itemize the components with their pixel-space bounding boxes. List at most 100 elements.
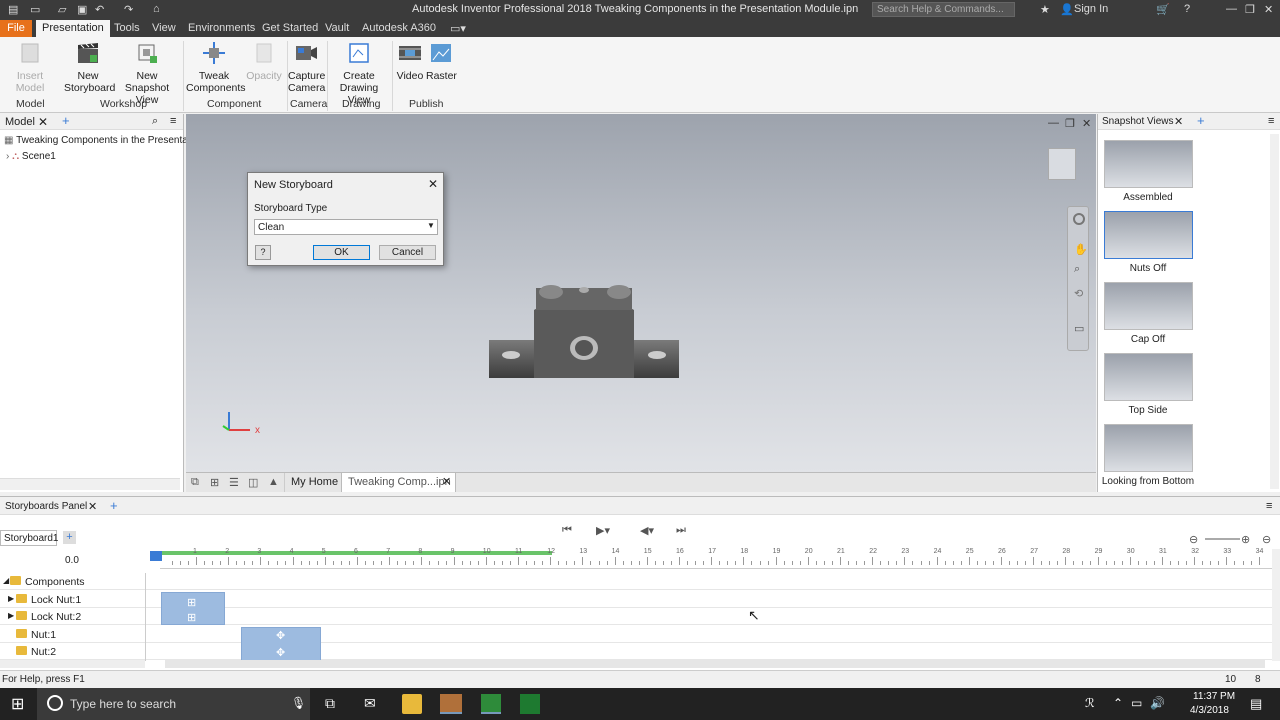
insert-model-button[interactable]: Insert Model xyxy=(2,40,58,94)
people-icon[interactable]: ℛ xyxy=(1085,696,1095,710)
browser-scrollbar[interactable] xyxy=(0,478,180,490)
microphone-icon[interactable]: 🎙 xyxy=(291,696,306,710)
close-icon[interactable]: ✕ xyxy=(1082,117,1091,130)
help-search-input[interactable]: Search Help & Commands... xyxy=(872,2,1015,17)
tab-file[interactable]: File xyxy=(0,20,32,37)
menu-icon[interactable]: ≡ xyxy=(1268,115,1274,127)
ribbon-options-icon[interactable]: ▭▾ xyxy=(450,22,466,35)
row-components[interactable]: ◢ Components xyxy=(0,573,1272,590)
snapshot-thumb-looking-from-bottom[interactable] xyxy=(1104,424,1193,472)
tab-vault[interactable]: Vault xyxy=(325,22,349,34)
ok-button[interactable]: OK xyxy=(313,245,370,260)
split-icon[interactable]: ◫ xyxy=(248,476,258,489)
tab-view[interactable]: View xyxy=(152,22,176,34)
snapshot-thumb-nuts-off[interactable] xyxy=(1104,211,1193,259)
row-nut-2[interactable]: Nut:2 xyxy=(0,643,1272,660)
mail-icon[interactable]: ✉ xyxy=(364,695,376,712)
tab-storyboard1[interactable]: Storyboard1 xyxy=(0,530,58,546)
navigation-bar[interactable]: ✋ ⌕ ⟲ ▭ xyxy=(1067,206,1089,351)
action-clip-lock-nuts[interactable]: ⊞ ⊞ xyxy=(161,592,225,625)
opacity-button[interactable]: Opacity xyxy=(244,40,284,82)
clock-date[interactable]: 4/3/2018 xyxy=(1190,705,1229,716)
file-explorer-icon[interactable] xyxy=(402,694,422,714)
look-at-icon[interactable]: ▭ xyxy=(1074,322,1084,335)
zoom-icon[interactable]: ⌕ xyxy=(1074,263,1080,276)
go-to-end-icon[interactable]: ⏭ xyxy=(676,524,686,537)
zoom-in-icon[interactable]: ⊕ xyxy=(1241,533,1250,546)
graphics-viewport[interactable]: — ❐ ✕ ✋ ⌕ ⟲ ▭ x xyxy=(186,114,1096,472)
tab-presentation[interactable]: Presentation xyxy=(36,20,110,37)
cancel-button[interactable]: Cancel xyxy=(379,245,436,260)
orbit-icon[interactable]: ⟲ xyxy=(1074,287,1083,300)
browser-tab-model[interactable]: Model xyxy=(5,116,35,128)
user-icon[interactable]: 👤 xyxy=(1060,3,1074,16)
tab-active-document[interactable]: Tweaking Comp...ipn ✕ xyxy=(341,473,456,492)
tab-get-started[interactable]: Get Started xyxy=(262,22,318,34)
restore-icon[interactable]: ❐ xyxy=(1245,3,1255,16)
add-tab-icon[interactable]: + xyxy=(1197,113,1205,128)
expand-icon[interactable]: ▶ xyxy=(8,594,14,603)
help-button[interactable]: ? xyxy=(255,245,271,260)
windows-start-icon[interactable]: ⊞ xyxy=(11,694,24,714)
sign-in-link[interactable]: Sign In xyxy=(1074,3,1108,15)
cascade-icon[interactable]: ☰ xyxy=(229,476,239,489)
collapse-icon[interactable]: ◢ xyxy=(3,576,9,585)
camtasia-icon[interactable] xyxy=(481,694,501,714)
browser-scene-node[interactable]: › ⛬ Scene1 xyxy=(6,151,56,162)
up-arrow-icon[interactable]: ▲ xyxy=(268,476,279,488)
tab-a360[interactable]: Autodesk A360 xyxy=(362,22,436,34)
redo-icon[interactable]: ↷ xyxy=(124,3,133,16)
menu-icon[interactable]: ≡ xyxy=(1266,500,1272,512)
go-to-start-icon[interactable]: ⏮ xyxy=(562,524,572,537)
add-tab-icon[interactable]: + xyxy=(62,113,70,128)
vertical-scrollbar[interactable] xyxy=(1272,549,1280,661)
help-icon[interactable]: ? xyxy=(1184,3,1190,15)
new-snapshot-view-button[interactable]: New Snapshot View xyxy=(116,40,178,106)
row-nut-1[interactable]: Nut:1 xyxy=(0,626,1272,643)
inventor-app-icon[interactable] xyxy=(440,694,462,714)
storyboard-type-select[interactable]: Clean ▼ xyxy=(254,219,438,235)
cart-icon[interactable]: 🛒 xyxy=(1156,3,1170,16)
new-icon[interactable]: ▭ xyxy=(30,3,40,16)
snapshot-scrollbar[interactable] xyxy=(1270,134,1279,489)
restore-icon[interactable]: ❐ xyxy=(1065,117,1075,130)
close-icon[interactable]: ✕ xyxy=(38,115,48,129)
expand-icon[interactable]: ▶ xyxy=(8,611,14,620)
snapshot-thumb-assembled[interactable] xyxy=(1104,140,1193,188)
action-clip-nuts[interactable]: ✥ ✥ xyxy=(241,627,321,661)
task-view-icon[interactable]: ⧉ xyxy=(325,695,335,712)
tweak-components-button[interactable]: Tweak Components xyxy=(186,40,246,94)
create-drawing-view-button[interactable]: Create Drawing View xyxy=(330,40,388,106)
play-icon[interactable]: ▶▾ xyxy=(596,524,610,537)
playhead[interactable] xyxy=(150,551,162,561)
tab-tools[interactable]: Tools xyxy=(114,22,140,34)
menu-icon[interactable]: ≡ xyxy=(170,115,176,127)
tree-scrollbar[interactable] xyxy=(0,660,145,668)
close-icon[interactable]: ✕ xyxy=(88,500,97,513)
view-cube[interactable] xyxy=(1048,148,1076,180)
close-icon[interactable]: ✕ xyxy=(428,177,438,191)
add-storyboard-icon[interactable]: + xyxy=(63,531,76,544)
clock-time[interactable]: 11:37 PM xyxy=(1193,691,1235,702)
taskbar-search-box[interactable]: Type here to search 🎙 xyxy=(37,688,310,720)
tab-my-home[interactable]: My Home xyxy=(284,473,344,492)
minimize-icon[interactable]: — xyxy=(1226,3,1237,15)
new-storyboard-button[interactable]: New Storyboard xyxy=(64,40,115,94)
grid-icon[interactable]: ⊞ xyxy=(210,476,219,489)
app-menu-icon[interactable]: ▤ xyxy=(8,3,18,16)
close-icon[interactable]: ✕ xyxy=(442,475,451,488)
raster-button[interactable]: Raster xyxy=(426,40,457,82)
camtasia-recorder-icon[interactable] xyxy=(520,694,540,714)
pillow-block-model[interactable] xyxy=(486,280,686,382)
play-reverse-icon[interactable]: ◀▾ xyxy=(640,524,654,537)
snapshot-thumb-top-side[interactable] xyxy=(1104,353,1193,401)
video-button[interactable]: Video xyxy=(396,40,424,82)
pan-icon[interactable]: ✋ xyxy=(1074,243,1088,256)
browser-root-node[interactable]: ▦ Tweaking Components in the Presentatio… xyxy=(4,135,215,146)
snapshot-thumb-cap-off[interactable] xyxy=(1104,282,1193,330)
tab-environments[interactable]: Environments xyxy=(188,22,255,34)
chevron-up-icon[interactable]: ⌃ xyxy=(1113,696,1123,710)
timeline-scrollbar[interactable] xyxy=(165,660,1265,668)
add-tab-icon[interactable]: + xyxy=(110,498,118,513)
minimize-icon[interactable]: — xyxy=(1048,117,1059,129)
